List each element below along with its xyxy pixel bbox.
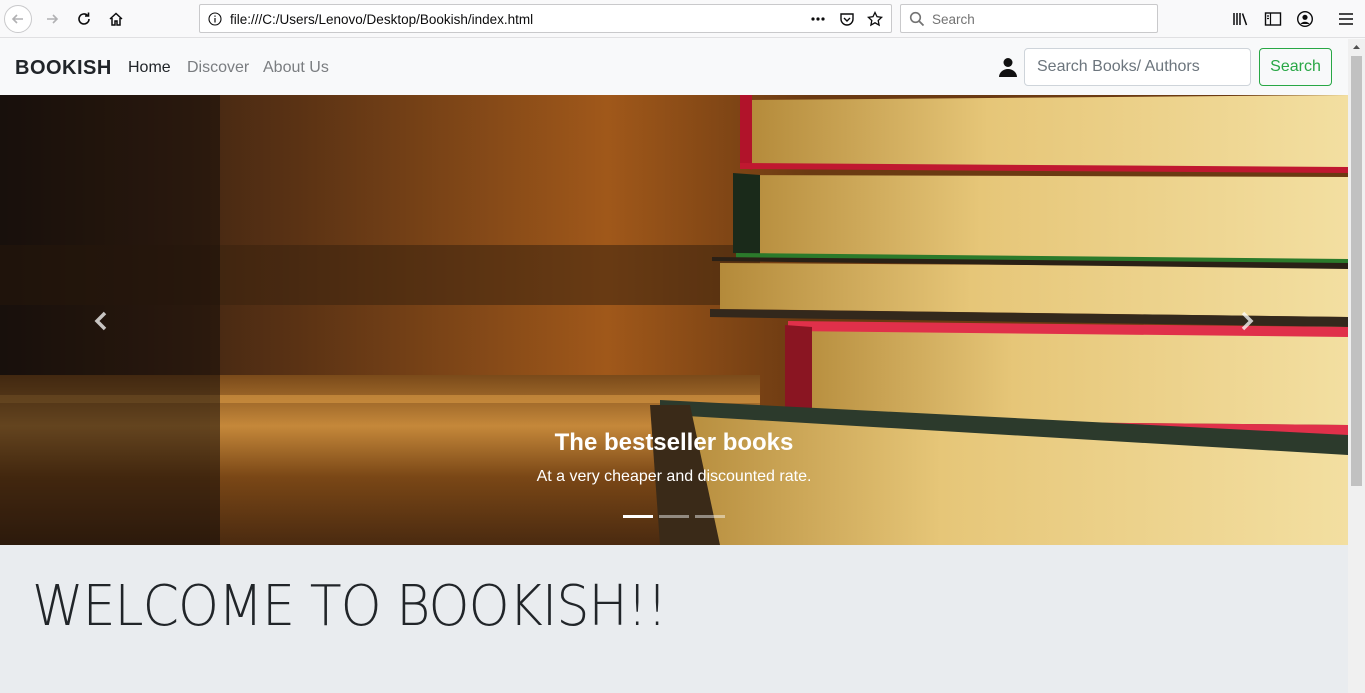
info-icon[interactable] <box>208 12 222 26</box>
home-icon <box>109 12 123 26</box>
page-viewport: BOOKISH Home Discover About Us Search Bo… <box>0 39 1348 693</box>
home-button[interactable] <box>102 5 130 33</box>
carousel-title: The bestseller books <box>554 429 794 456</box>
nav-link-discover[interactable]: Discover <box>187 59 249 77</box>
hero-carousel: The bestseller books At a very cheaper a… <box>0 95 1348 545</box>
address-bar[interactable]: file:///C:/Users/Lenovo/Desktop/Bookish/… <box>199 4 892 33</box>
carousel-indicator[interactable] <box>659 515 689 518</box>
page-actions-icon[interactable] <box>810 11 826 27</box>
user-icon[interactable] <box>998 57 1018 77</box>
welcome-heading: WELCOME TO BOOKISH!! <box>32 574 668 639</box>
scroll-up-icon[interactable] <box>1352 43 1361 52</box>
back-button[interactable] <box>4 5 32 33</box>
menu-icon[interactable] <box>1337 10 1355 28</box>
nav-link-home[interactable]: Home <box>128 59 171 77</box>
site-navbar: BOOKISH Home Discover About Us Search Bo… <box>0 39 1348 95</box>
account-icon[interactable] <box>1296 10 1314 28</box>
carousel-caption: The bestseller books At a very cheaper a… <box>0 429 1348 486</box>
url-text: file:///C:/Users/Lenovo/Desktop/Bookish/… <box>230 12 534 27</box>
forward-arrow-icon <box>47 14 59 24</box>
reload-button[interactable] <box>70 5 98 33</box>
search-icon <box>909 11 925 27</box>
carousel-prev-icon[interactable] <box>90 310 112 332</box>
carousel-next-icon[interactable] <box>1236 310 1258 332</box>
bookmark-star-icon[interactable] <box>867 11 883 27</box>
library-icon[interactable] <box>1232 10 1250 28</box>
carousel-indicator[interactable] <box>695 515 725 518</box>
browser-toolbar: file:///C:/Users/Lenovo/Desktop/Bookish/… <box>0 0 1365 38</box>
nav-link-about-us[interactable]: About Us <box>263 59 329 77</box>
site-brand[interactable]: BOOKISH <box>15 57 112 80</box>
site-search-button[interactable]: Search <box>1259 48 1332 86</box>
site-search-input[interactable]: Search Books/ Authors <box>1024 48 1251 86</box>
reload-icon <box>78 12 90 25</box>
browser-search-bar[interactable]: Search <box>900 4 1158 33</box>
back-arrow-icon <box>11 14 23 24</box>
sidebar-icon[interactable] <box>1264 10 1282 28</box>
scrollbar-thumb[interactable] <box>1351 56 1362 486</box>
carousel-indicator[interactable] <box>623 515 653 518</box>
carousel-subtitle: At a very cheaper and discounted rate. <box>536 468 812 485</box>
browser-search-placeholder: Search <box>932 12 975 27</box>
forward-button[interactable] <box>38 5 66 33</box>
pocket-icon[interactable] <box>839 11 855 27</box>
page-scrollbar[interactable] <box>1348 39 1365 693</box>
carousel-indicators <box>623 515 725 519</box>
